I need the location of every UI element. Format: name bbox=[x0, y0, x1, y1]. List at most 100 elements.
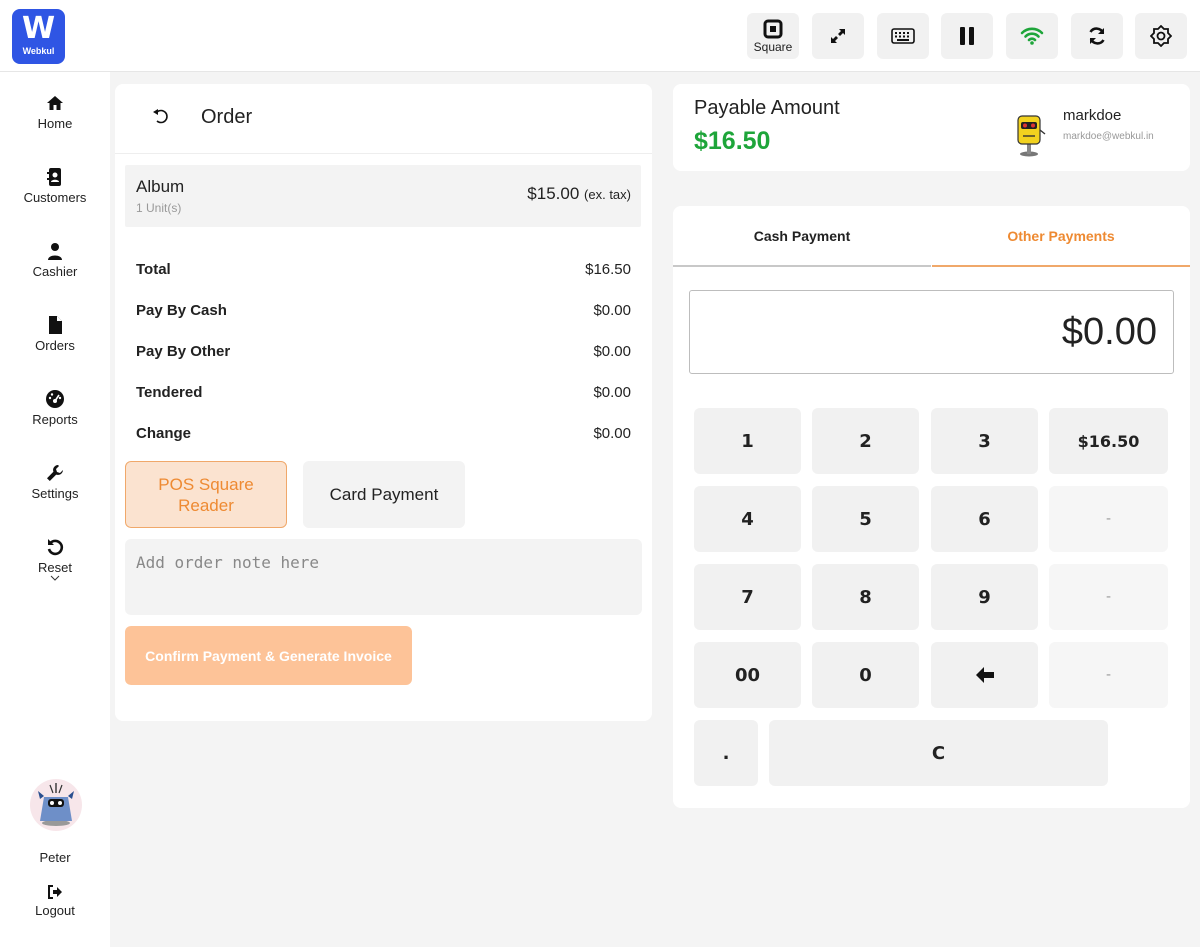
summary-value: $16.50 bbox=[585, 261, 631, 278]
confirm-payment-button[interactable]: Confirm Payment & Generate Invoice bbox=[125, 626, 412, 685]
sidebar-item-customers[interactable]: Customers bbox=[0, 167, 110, 205]
payable-panel: Payable Amount $16.50 markdoe markdoe@we… bbox=[673, 84, 1190, 171]
wifi-button[interactable] bbox=[1006, 13, 1058, 59]
file-icon bbox=[49, 316, 62, 334]
key-5[interactable]: 5 bbox=[812, 486, 919, 552]
summary-value: $0.00 bbox=[593, 384, 631, 401]
top-bar: W Webkul Square bbox=[0, 0, 1200, 72]
key-decimal[interactable]: . bbox=[694, 720, 758, 786]
fullscreen-button[interactable] bbox=[812, 13, 864, 59]
payable-label: Payable Amount bbox=[694, 97, 840, 119]
summary-label: Pay By Other bbox=[136, 343, 231, 360]
amount-display[interactable]: $0.00 bbox=[689, 290, 1174, 374]
logo-text: Webkul bbox=[22, 46, 55, 56]
sidebar-item-cashier[interactable]: Cashier bbox=[0, 241, 110, 279]
summary-label: Change bbox=[136, 425, 192, 442]
sidebar-item-label: Customers bbox=[23, 190, 87, 205]
pos-square-reader-button[interactable]: POS Square Reader bbox=[125, 461, 287, 528]
tab-other-payments[interactable]: Other Payments bbox=[932, 206, 1190, 267]
key-4[interactable]: 4 bbox=[694, 486, 801, 552]
logo-letter: W bbox=[21, 11, 56, 46]
square-button[interactable]: Square bbox=[747, 13, 799, 59]
logout-label: Logout bbox=[35, 903, 75, 918]
summary-label: Tendered bbox=[136, 384, 203, 401]
address-book-icon bbox=[47, 168, 61, 186]
back-icon[interactable] bbox=[151, 108, 169, 126]
key-disabled: - bbox=[1049, 564, 1168, 630]
sidebar-item-reports[interactable]: Reports bbox=[0, 389, 110, 427]
key-9[interactable]: 9 bbox=[931, 564, 1038, 630]
order-title: Order bbox=[201, 106, 253, 128]
summary-value: $0.00 bbox=[593, 425, 631, 442]
tab-cash-payment[interactable]: Cash Payment bbox=[673, 206, 931, 267]
summary-label: Pay By Cash bbox=[136, 302, 227, 319]
summary-label: Total bbox=[136, 261, 171, 278]
pause-button[interactable] bbox=[941, 13, 993, 59]
home-icon bbox=[47, 96, 63, 110]
sidebar-item-orders[interactable]: Orders bbox=[0, 315, 110, 353]
sidebar-item-settings[interactable]: Settings bbox=[0, 463, 110, 501]
item-tax-note: (ex. tax) bbox=[584, 187, 631, 202]
wifi-icon bbox=[1020, 27, 1044, 45]
sidebar-item-label: Orders bbox=[35, 338, 75, 353]
payable-amount: $16.50 bbox=[694, 127, 771, 155]
order-note-input[interactable]: Add order note here bbox=[125, 539, 642, 615]
user-name: Peter bbox=[0, 847, 110, 865]
robot-avatar-icon bbox=[38, 783, 74, 826]
sync-button[interactable] bbox=[1071, 13, 1123, 59]
square-button-label: Square bbox=[753, 39, 793, 54]
order-panel: Order Album 1 Unit(s) $15.00 (ex. tax) T… bbox=[115, 84, 652, 721]
summary-row-pay-by-other: Pay By Other $0.00 bbox=[136, 343, 631, 365]
logout-icon bbox=[48, 885, 62, 899]
summary-row-change: Change $0.00 bbox=[136, 425, 631, 447]
avatar[interactable] bbox=[30, 779, 82, 831]
sidebar-item-reset[interactable]: Reset bbox=[0, 537, 110, 581]
user-name-label: Peter bbox=[39, 850, 71, 865]
order-header: Order bbox=[115, 84, 652, 154]
arrow-left-icon bbox=[975, 667, 994, 683]
summary-row-tendered: Tendered $0.00 bbox=[136, 384, 631, 406]
key-6[interactable]: 6 bbox=[931, 486, 1038, 552]
key-disabled: - bbox=[1049, 642, 1168, 708]
card-payment-button[interactable]: Card Payment bbox=[303, 461, 465, 528]
sidebar-item-label: Home bbox=[37, 116, 73, 131]
sidebar-item-home[interactable]: Home bbox=[0, 93, 110, 131]
chevron-down-icon[interactable] bbox=[50, 575, 60, 581]
sidebar: Home Customers Cashier Orders Reports Se… bbox=[0, 72, 110, 947]
key-7[interactable]: 7 bbox=[694, 564, 801, 630]
fullscreen-icon bbox=[831, 29, 845, 43]
item-price-value: $15.00 bbox=[527, 184, 580, 203]
keyboard-button[interactable] bbox=[877, 13, 929, 59]
payment-panel: Cash Payment Other Payments $0.00 1 2 3 … bbox=[673, 206, 1190, 808]
keyboard-icon bbox=[891, 28, 915, 44]
summary-row-total: Total $16.50 bbox=[136, 261, 631, 283]
brightness-icon bbox=[1150, 25, 1172, 47]
key-0[interactable]: 0 bbox=[812, 642, 919, 708]
sidebar-item-label: Reports bbox=[32, 412, 78, 427]
customer-avatar-icon bbox=[1017, 115, 1046, 157]
customer-email: markdoe@webkul.in bbox=[1063, 131, 1154, 142]
wrench-icon bbox=[47, 465, 63, 481]
key-2[interactable]: 2 bbox=[812, 408, 919, 474]
reset-icon bbox=[47, 539, 64, 556]
dashboard-icon bbox=[46, 390, 64, 408]
brightness-button[interactable] bbox=[1135, 13, 1187, 59]
key-00[interactable]: 00 bbox=[694, 642, 801, 708]
item-units: 1 Unit(s) bbox=[136, 201, 182, 215]
key-3[interactable]: 3 bbox=[931, 408, 1038, 474]
order-item[interactable]: Album 1 Unit(s) $15.00 (ex. tax) bbox=[125, 165, 641, 227]
webkul-logo[interactable]: W Webkul bbox=[12, 9, 65, 64]
key-clear[interactable]: C bbox=[769, 720, 1108, 786]
sidebar-item-label: Cashier bbox=[32, 264, 78, 279]
logout-button[interactable]: Logout bbox=[0, 884, 110, 918]
square-reader-icon bbox=[763, 19, 783, 38]
item-name: Album bbox=[136, 177, 185, 196]
key-backspace[interactable] bbox=[931, 642, 1038, 708]
key-1[interactable]: 1 bbox=[694, 408, 801, 474]
sync-icon bbox=[1089, 27, 1105, 45]
customer-name: markdoe bbox=[1063, 107, 1122, 124]
pause-icon bbox=[960, 27, 974, 45]
key-8[interactable]: 8 bbox=[812, 564, 919, 630]
item-price: $15.00 (ex. tax) bbox=[527, 184, 631, 204]
key-exact-amount[interactable]: $16.50 bbox=[1049, 408, 1168, 474]
